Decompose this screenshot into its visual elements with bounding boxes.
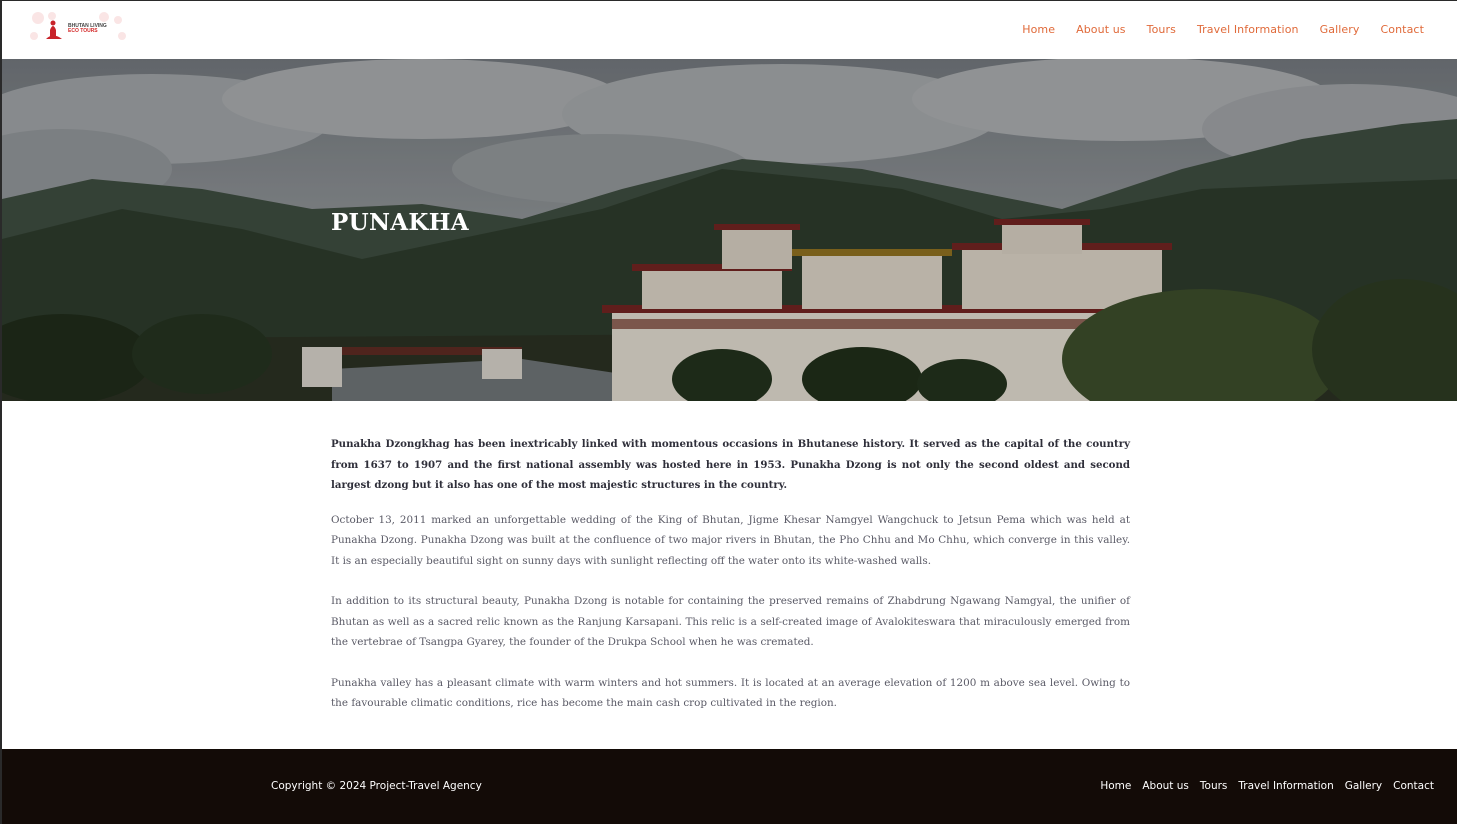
top-nav: Home About us Tours Travel Information G…	[1001, 23, 1424, 36]
site-logo[interactable]: BHUTAN LIVING ECO TOURS	[26, 10, 130, 44]
footer-nav-about-us[interactable]: About us	[1142, 780, 1189, 792]
footer-nav-home[interactable]: Home	[1100, 780, 1131, 792]
nav-travel-information[interactable]: Travel Information	[1197, 23, 1299, 36]
footer-nav-tours[interactable]: Tours	[1200, 780, 1228, 792]
footer-nav-gallery[interactable]: Gallery	[1345, 780, 1382, 792]
footer-nav: Home About us Tours Travel Information G…	[1089, 780, 1434, 792]
nav-gallery[interactable]: Gallery	[1320, 23, 1360, 36]
article-content: Punakha Dzongkhag has been inextricably …	[331, 434, 1130, 714]
site-footer: Copyright © 2024 Project-Travel Agency H…	[2, 749, 1457, 824]
site-header: BHUTAN LIVING ECO TOURS Home About us To…	[2, 1, 1457, 59]
copyright-text: Copyright © 2024 Project-Travel Agency	[271, 780, 482, 792]
nav-tours[interactable]: Tours	[1147, 23, 1176, 36]
logo-text-line2: ECO TOURS	[68, 28, 98, 34]
hero-banner: PUNAKHA	[2, 59, 1457, 401]
footer-nav-contact[interactable]: Contact	[1393, 780, 1434, 792]
lead-paragraph: Punakha Dzongkhag has been inextricably …	[331, 438, 1130, 491]
paragraph-climate: Punakha valley has a pleasant climate wi…	[331, 676, 1130, 710]
footer-nav-travel-information[interactable]: Travel Information	[1238, 780, 1333, 792]
paragraph-wedding: October 13, 2011 marked an unforgettable…	[331, 513, 1130, 567]
nav-contact[interactable]: Contact	[1381, 23, 1425, 36]
nav-about-us[interactable]: About us	[1076, 23, 1126, 36]
paragraph-relic: In addition to its structural beauty, Pu…	[331, 595, 1130, 648]
hero-image	[2, 59, 1457, 401]
page-title: PUNAKHA	[331, 209, 469, 236]
nav-home[interactable]: Home	[1022, 23, 1055, 36]
